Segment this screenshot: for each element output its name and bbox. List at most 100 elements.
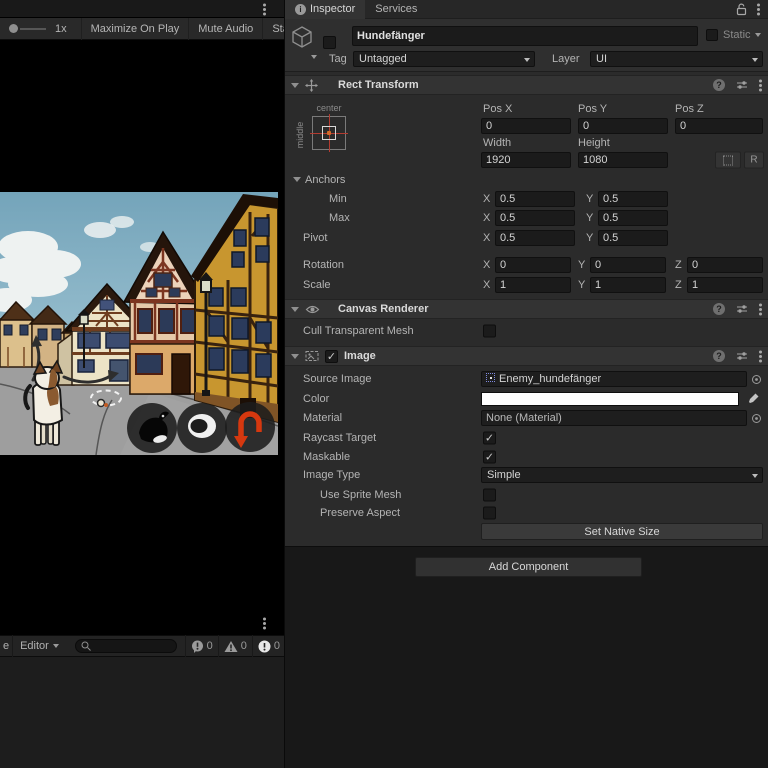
warning-count: 0 (240, 640, 247, 652)
console-panel-menu-icon[interactable] (263, 622, 266, 625)
scale-x-field[interactable]: 1 (495, 277, 571, 293)
console-info-toggle[interactable]: 0 (184, 635, 218, 657)
tag-dropdown[interactable]: Untagged (353, 51, 535, 67)
foldout-icon[interactable] (293, 177, 301, 182)
presets-icon[interactable] (736, 304, 748, 314)
pivot-x-field[interactable]: 0.5 (495, 230, 575, 246)
cube-dropdown-icon[interactable] (311, 55, 317, 59)
chevron-down-icon (752, 58, 758, 62)
pivot-y-field[interactable]: 0.5 (598, 230, 668, 246)
console-warning-toggle[interactable]: 0 (217, 635, 252, 657)
blueprint-mode-button[interactable] (715, 151, 741, 169)
info-icon: i (295, 3, 306, 15)
help-icon[interactable]: ? (713, 303, 725, 315)
z-prefix: Z (675, 279, 682, 291)
preserve-aspect-checkbox[interactable] (483, 506, 496, 520)
gameobject-cube-icon[interactable] (291, 25, 313, 49)
error-count: 0 (273, 640, 280, 652)
component-menu-icon[interactable] (759, 354, 762, 358)
unity-editor: 1x Maximize On Play Mute Audio Sta e Edi… (0, 0, 768, 768)
inspector-menu-icon[interactable] (757, 7, 760, 11)
static-dropdown-icon[interactable] (755, 33, 761, 37)
height-field[interactable]: 1080 (578, 152, 668, 168)
tab-inspector[interactable]: i Inspector (285, 0, 366, 19)
rect-transform-header[interactable]: Rect Transform ? (285, 75, 768, 95)
action-button-bird[interactable] (127, 403, 177, 453)
action-button-bowl[interactable] (177, 403, 227, 453)
width-field[interactable]: 1920 (481, 152, 571, 168)
pos-y-field[interactable]: 0 (578, 118, 668, 134)
source-image-field[interactable]: Enemy_hundefänger (481, 371, 747, 387)
static-checkbox[interactable] (706, 29, 718, 41)
set-native-size-button[interactable]: Set Native Size (481, 523, 763, 540)
source-image-row: Source Image Enemy_hundefänger (285, 370, 768, 388)
max-y-field[interactable]: 0.5 (598, 210, 668, 226)
rotation-x-field[interactable]: 0 (495, 257, 571, 273)
anchors-foldout-row[interactable]: Anchors (285, 172, 768, 188)
component-menu-icon[interactable] (759, 83, 762, 87)
maskable-label: Maskable (303, 451, 351, 463)
raycast-target-row: Raycast Target ✓ (285, 429, 768, 447)
maskable-checkbox[interactable]: ✓ (483, 450, 496, 464)
foldout-icon[interactable] (291, 82, 299, 88)
image-enabled-checkbox[interactable]: ✓ (325, 349, 338, 363)
raycast-target-checkbox[interactable]: ✓ (483, 431, 496, 445)
active-checkbox[interactable] (323, 36, 336, 49)
scale-z-field[interactable]: 1 (687, 277, 763, 293)
foldout-icon[interactable] (291, 353, 299, 359)
component-menu-icon[interactable] (759, 307, 762, 311)
image-header[interactable]: ✓ Image ? (285, 346, 768, 366)
pos-x-field[interactable]: 0 (481, 118, 571, 134)
canvas-renderer-icon (305, 305, 320, 313)
pos-fields-row: 0 0 0 (285, 117, 768, 135)
mute-audio-button[interactable]: Mute Audio (189, 17, 264, 40)
gameobject-name-field[interactable]: Hundefänger (352, 26, 698, 46)
console-error-toggle[interactable]: 0 (251, 635, 285, 657)
rotation-y-field[interactable]: 0 (590, 257, 666, 273)
rect-transform-icon (305, 78, 318, 92)
help-icon[interactable]: ? (713, 79, 725, 91)
tab-services[interactable]: Services (365, 0, 427, 19)
min-y-field[interactable]: 0.5 (598, 191, 668, 207)
lock-icon[interactable] (736, 3, 747, 16)
component-title: Rect Transform (338, 79, 419, 91)
color-swatch[interactable] (481, 392, 739, 406)
error-circle-icon (258, 640, 271, 652)
image-type-dropdown[interactable]: Simple (481, 467, 763, 483)
layer-dropdown[interactable]: UI (590, 51, 763, 67)
action-button-uturn[interactable] (225, 402, 275, 452)
raw-edit-button[interactable]: R (744, 151, 764, 169)
object-picker-icon[interactable] (751, 374, 762, 385)
use-sprite-mesh-checkbox[interactable] (483, 488, 496, 502)
material-row: Material None (Material) (285, 409, 768, 427)
material-label: Material (303, 412, 343, 424)
game-panel-menu-icon[interactable] (263, 8, 266, 11)
inspector-panel: i Inspector Services Hundefänger Static … (285, 0, 768, 768)
cull-transparent-mesh-label: Cull Transparent Mesh (303, 325, 414, 337)
console-search-input[interactable] (74, 639, 177, 653)
slider-knob-icon[interactable] (9, 24, 18, 33)
slider-track[interactable] (20, 27, 46, 30)
scale-y-field[interactable]: 1 (590, 277, 666, 293)
y-prefix: Y (586, 232, 594, 244)
min-x-field[interactable]: 0.5 (495, 191, 575, 207)
cull-transparent-mesh-checkbox[interactable] (483, 324, 496, 338)
canvas-renderer-header[interactable]: Canvas Renderer ? (285, 299, 768, 319)
object-picker-icon[interactable] (751, 413, 762, 424)
presets-icon[interactable] (736, 351, 748, 361)
add-component-button[interactable]: Add Component (415, 557, 642, 577)
foldout-icon[interactable] (291, 306, 299, 312)
presets-icon[interactable] (736, 80, 748, 90)
scale-slider[interactable] (0, 18, 55, 40)
rotation-z-field[interactable]: 0 (687, 257, 763, 273)
pos-z-field[interactable]: 0 (675, 118, 763, 134)
help-icon[interactable]: ? (713, 350, 725, 362)
clipped-console-tab[interactable]: e (0, 640, 12, 652)
maximize-on-play-button[interactable]: Maximize On Play (80, 17, 190, 40)
editor-dropdown[interactable]: Editor (13, 640, 53, 652)
x-prefix: X (483, 259, 491, 271)
max-x-field[interactable]: 0.5 (495, 210, 575, 226)
material-field[interactable]: None (Material) (481, 410, 747, 426)
game-tabstrip (0, 0, 285, 18)
eyedropper-icon[interactable] (747, 392, 760, 405)
